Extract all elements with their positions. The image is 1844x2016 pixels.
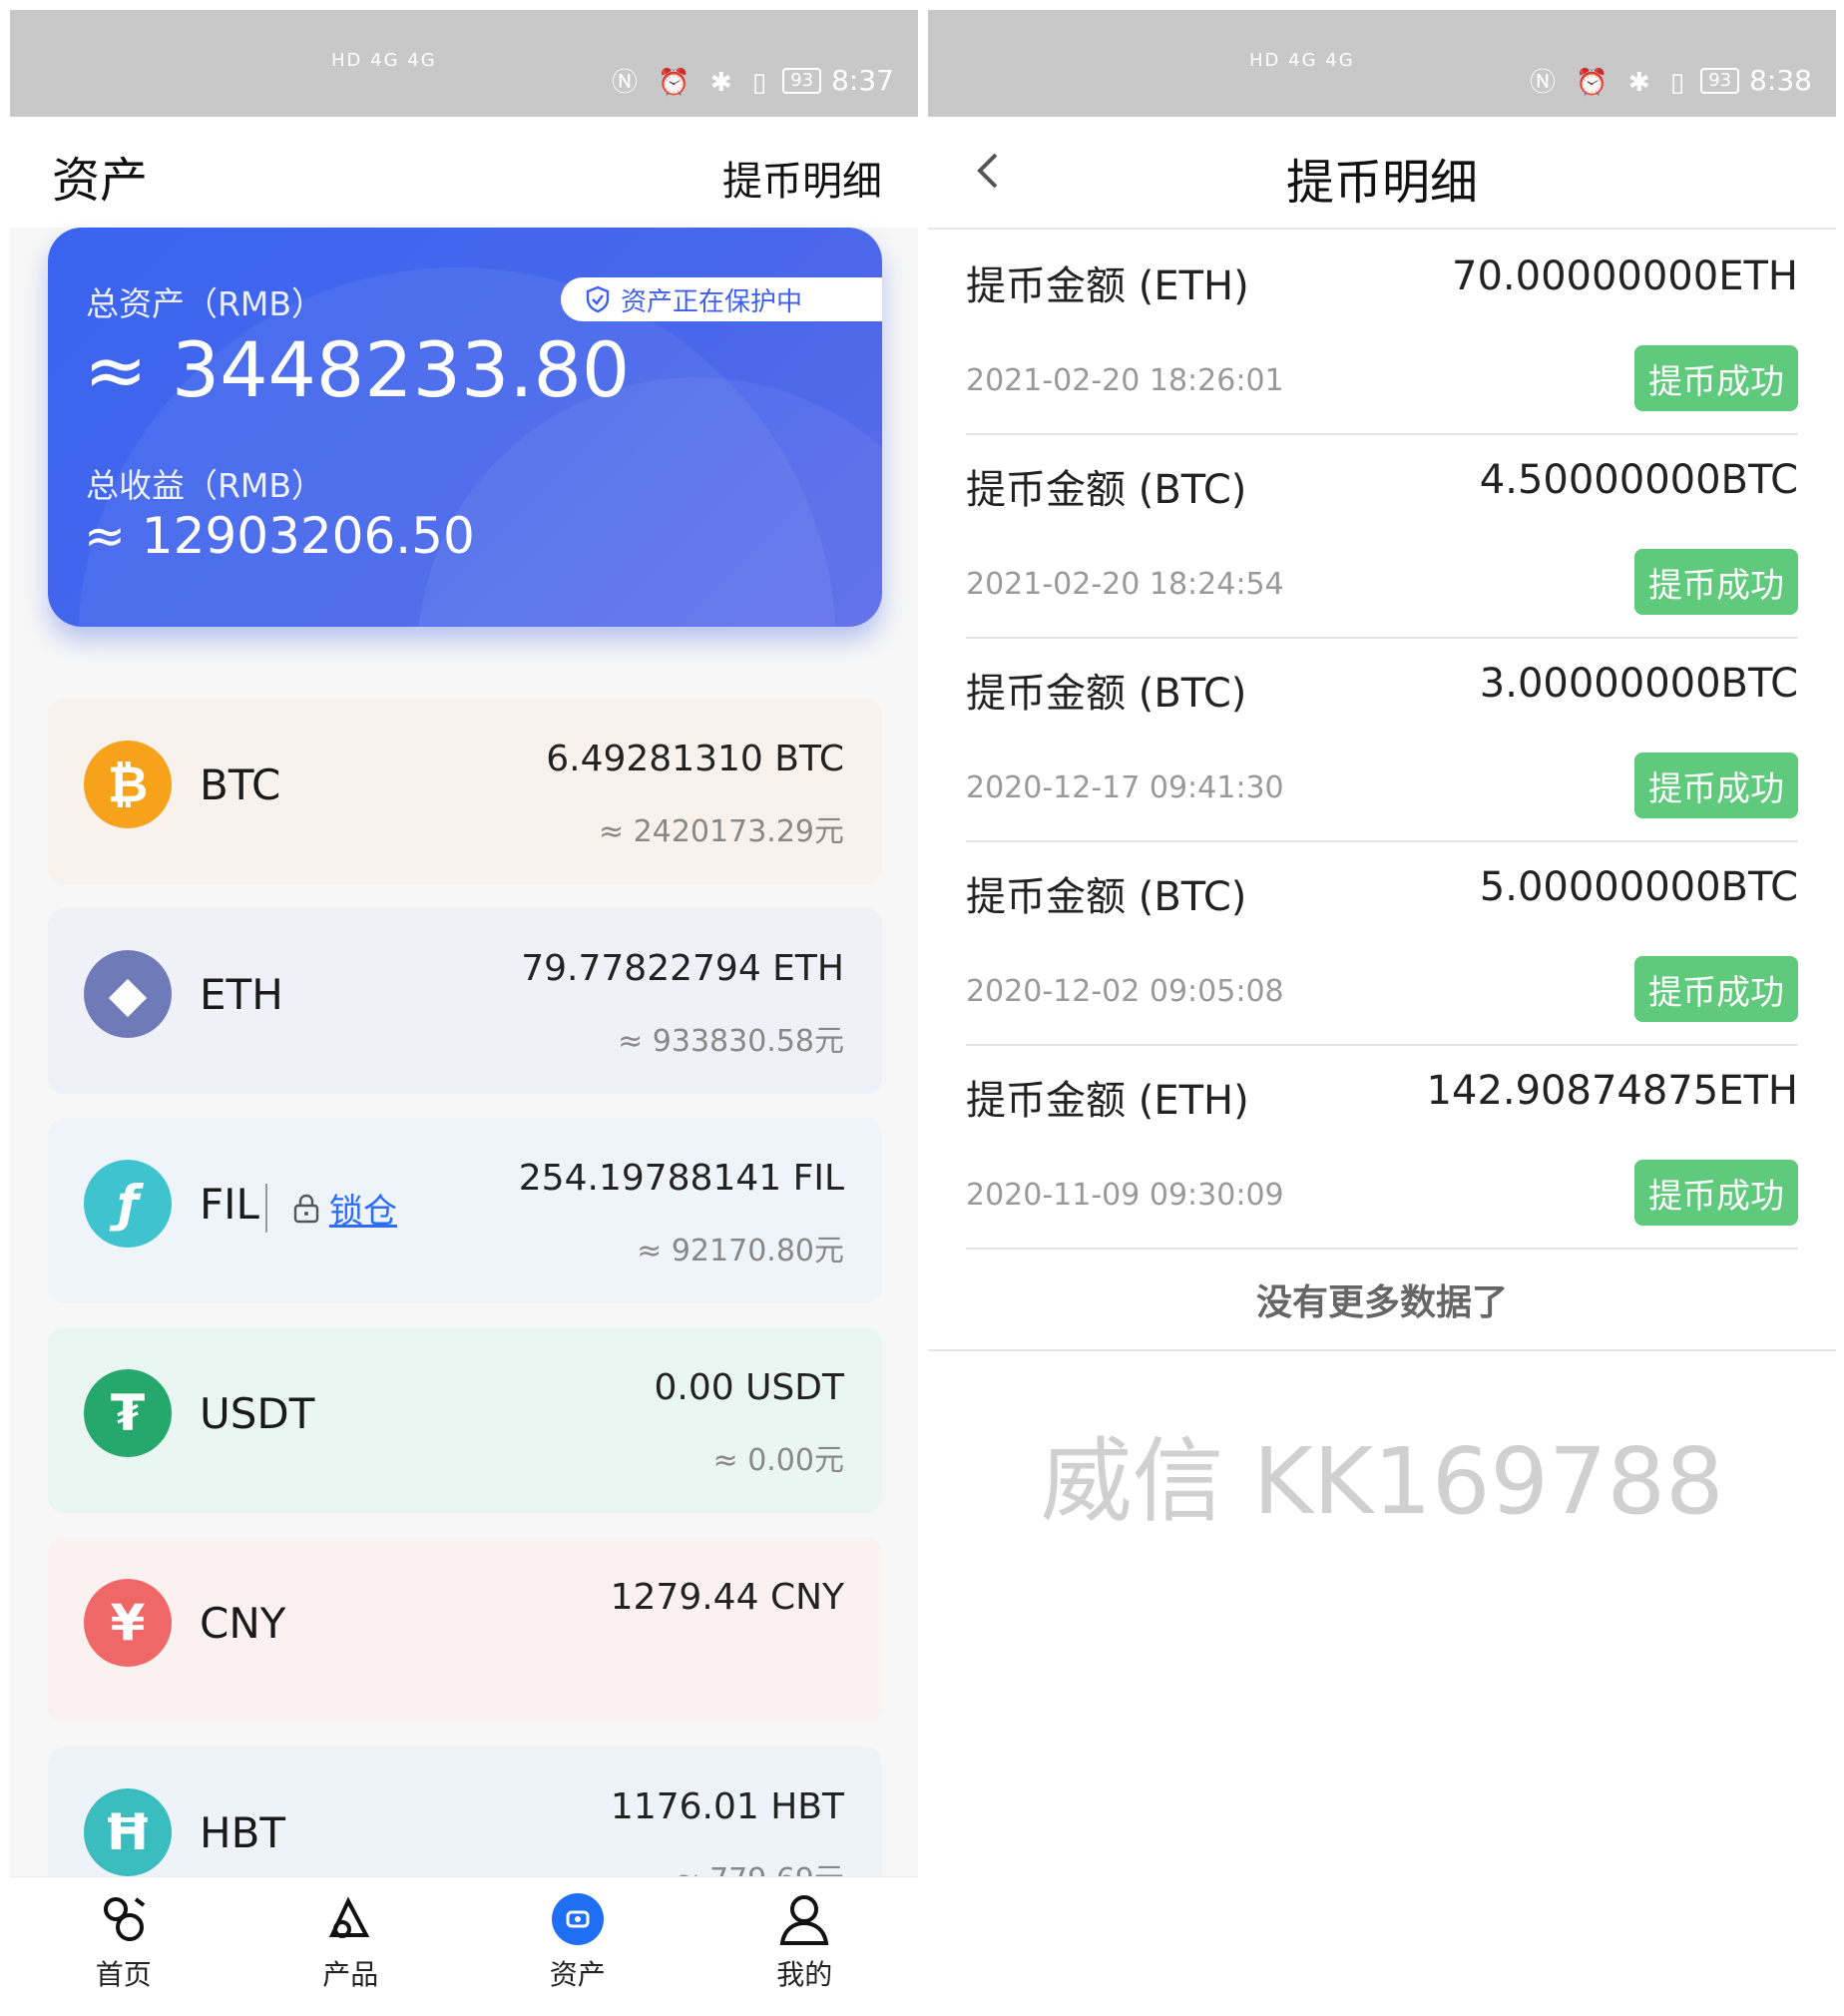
coin-amount: 79.77822794 ETH [521, 948, 844, 989]
coin-row-cny[interactable]: ¥ CNY 1279.44 CNY [48, 1537, 882, 1723]
record-amount: 142.90874875ETH [1426, 1068, 1798, 1114]
coin-amount: 0.00 USDT [654, 1367, 844, 1408]
status-badge: 提币成功 [1634, 956, 1798, 1022]
coin-name: BTC [200, 760, 281, 809]
total-income-label: 总收益（RMB） [86, 466, 325, 505]
profile-icon [776, 1891, 832, 1947]
total-income-value: ≈ 12903206.50 [84, 507, 475, 565]
coin-rmb-value: ≈ 0.00元 [712, 1443, 844, 1478]
record-amount: 4.50000000BTC [1479, 457, 1798, 503]
protection-text: 资产正在保护中 [621, 286, 803, 317]
coin-name: HBT [200, 1808, 286, 1857]
assets-icon [550, 1891, 606, 1947]
status-badge: 提币成功 [1634, 753, 1798, 818]
status-bar: HD 4G 4G Ⓝ ⏰ ✱ ▯ 93 8:37 [10, 10, 918, 117]
bitcoin-icon: ₿ [84, 741, 172, 828]
tab-product[interactable]: 产品 [237, 1877, 465, 1998]
hbt-icon: Ħ [84, 1788, 172, 1876]
record-time: 2021-02-20 18:24:54 [966, 567, 1284, 602]
filecoin-icon: ƒ [84, 1160, 172, 1248]
asset-summary-card: 总资产（RMB） ≈ 3448233.80 总收益（RMB） ≈ 1290320… [48, 228, 882, 627]
record-time: 2020-12-17 09:41:30 [966, 770, 1284, 805]
total-assets-value: ≈ 3448233.80 [84, 325, 631, 414]
withdraw-record[interactable]: 提币金额 (BTC) 4.50000000BTC 2021-02-20 18:2… [966, 433, 1798, 639]
tab-label: 首页 [95, 1958, 152, 1991]
coin-row-usdt[interactable]: ₮ USDT 0.00 USDT ≈ 0.00元 [48, 1327, 882, 1513]
record-label: 提币金额 (BTC) [966, 671, 1247, 717]
no-more-data: 没有更多数据了 [1255, 1282, 1508, 1323]
status-time: 8:38 [1749, 64, 1812, 97]
status-bar: HD 4G 4G Ⓝ ⏰ ✱ ▯ 93 8:38 [928, 10, 1836, 117]
lock-position-link[interactable]: 锁仓 [265, 1184, 397, 1233]
coin-rmb-value: ≈ 933830.58元 [618, 1024, 844, 1059]
withdraw-record[interactable]: 提币金额 (BTC) 5.00000000BTC 2020-12-02 09:0… [966, 840, 1798, 1046]
yuan-icon: ¥ [84, 1579, 172, 1667]
tab-label: 产品 [322, 1958, 379, 1991]
shield-icon [586, 285, 610, 313]
coin-name: USDT [200, 1389, 315, 1438]
record-amount: 3.00000000BTC [1479, 661, 1798, 707]
coin-rmb-value: ≈ 2420173.29元 [599, 814, 844, 849]
withdraw-record[interactable]: 提币金额 (ETH) 142.90874875ETH 2020-11-09 09… [966, 1044, 1798, 1250]
withdraw-detail-screen: HD 4G 4G Ⓝ ⏰ ✱ ▯ 93 8:38 提币明细 提币金额 (ETH)… [928, 10, 1836, 1998]
coin-row-fil[interactable]: ƒ FIL 锁仓 254.19788141 FIL ≈ 92170.80元 [48, 1118, 882, 1303]
tab-label: 资产 [549, 1958, 606, 1991]
bottom-tab-bar: 首页 产品 资产 我的 [10, 1876, 918, 1998]
status-badge: 提币成功 [1634, 549, 1798, 615]
coin-name: CNY [200, 1599, 286, 1648]
lock-icon [293, 1194, 319, 1223]
coin-amount: 6.49281310 BTC [546, 739, 844, 779]
record-label: 提币金额 (ETH) [966, 1078, 1249, 1124]
record-amount: 5.00000000BTC [1479, 864, 1798, 910]
record-label: 提币金额 (BTC) [966, 874, 1247, 920]
record-label: 提币金额 (BTC) [966, 467, 1247, 513]
page-title: 资产 [52, 153, 149, 209]
tether-icon: ₮ [84, 1369, 172, 1457]
watermark-text: 威信 KK169788 [1040, 1428, 1724, 1535]
system-icons: Ⓝ ⏰ ✱ ▯ [1529, 68, 1691, 98]
page-title: 提币明细 [1285, 155, 1478, 211]
tab-assets[interactable]: 资产 [464, 1877, 692, 1998]
battery-indicator: 93 [1700, 67, 1740, 94]
record-time: 2020-11-09 09:30:09 [966, 1178, 1284, 1213]
home-icon [96, 1891, 152, 1947]
coin-row-eth[interactable]: ◆ ETH 79.77822794 ETH ≈ 933830.58元 [48, 908, 882, 1094]
tab-home[interactable]: 首页 [10, 1877, 237, 1998]
tab-label: 我的 [776, 1958, 833, 1991]
page-header: 资产 提币明细 [10, 117, 918, 228]
signal-indicators: HD 4G 4G [331, 50, 437, 71]
divider [928, 1349, 1836, 1351]
tab-profile[interactable]: 我的 [692, 1877, 919, 1998]
signal-indicators: HD 4G 4G [1249, 50, 1355, 71]
status-badge: 提币成功 [1634, 345, 1798, 411]
ethereum-icon: ◆ [84, 950, 172, 1038]
coin-amount: 1279.44 CNY [610, 1577, 844, 1618]
record-amount: 70.00000000ETH [1452, 253, 1798, 299]
total-assets-label: 总资产（RMB） [86, 284, 325, 323]
page-header: 提币明细 [928, 117, 1836, 230]
coin-name: FIL [200, 1180, 259, 1229]
withdraw-record[interactable]: 提币金额 (BTC) 3.00000000BTC 2020-12-17 09:4… [966, 637, 1798, 842]
lock-label[interactable]: 锁仓 [329, 1184, 397, 1233]
withdraw-detail-link[interactable]: 提币明细 [722, 149, 882, 207]
status-time: 8:37 [831, 64, 894, 97]
battery-indicator: 93 [782, 67, 822, 94]
status-badge: 提币成功 [1634, 1160, 1798, 1226]
system-icons: Ⓝ ⏰ ✱ ▯ [611, 68, 773, 98]
coin-name: ETH [200, 970, 283, 1019]
withdraw-record[interactable]: 提币金额 (ETH) 70.00000000ETH 2021-02-20 18:… [966, 230, 1798, 435]
coin-amount: 254.19788141 FIL [518, 1158, 844, 1199]
coin-row-btc[interactable]: ₿ BTC 6.49281310 BTC ≈ 2420173.29元 [48, 699, 882, 884]
coin-rmb-value: ≈ 92170.80元 [637, 1234, 844, 1268]
record-time: 2021-02-20 18:26:01 [966, 363, 1284, 398]
assets-screen: HD 4G 4G Ⓝ ⏰ ✱ ▯ 93 8:37 资产 提币明细 总资产（RMB… [10, 10, 918, 1998]
product-icon [322, 1891, 378, 1947]
record-label: 提币金额 (ETH) [966, 263, 1249, 309]
record-time: 2020-12-02 09:05:08 [966, 974, 1284, 1009]
protection-badge[interactable]: 资产正在保护中 [561, 277, 882, 321]
coin-amount: 1176.01 HBT [610, 1786, 844, 1827]
